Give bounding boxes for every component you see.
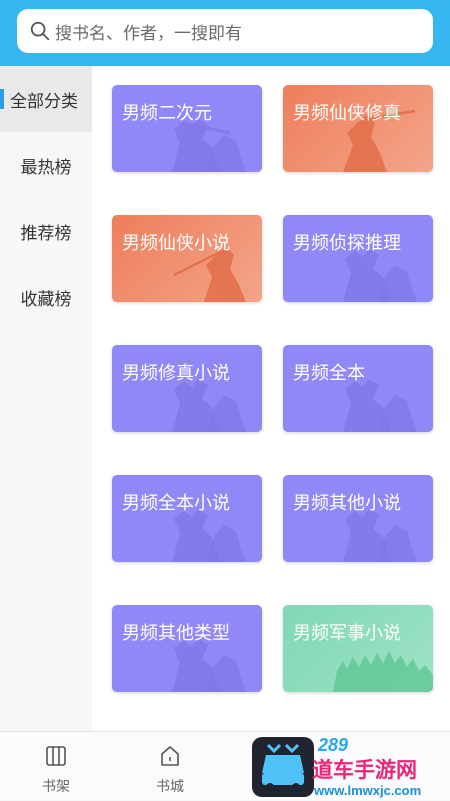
watermark-brand: 道车手游网 [312, 758, 417, 782]
search-bar[interactable]: 搜书名、作者，一搜即有 [17, 9, 433, 53]
watermark-logo: 289 道车手游网 www.lmwxjc.com [252, 735, 421, 798]
sidebar-item-label: 最热榜 [20, 157, 72, 178]
category-card[interactable]: 男频仙侠修真 [283, 85, 433, 172]
category-card[interactable]: 男频仙侠小说 [112, 215, 262, 302]
bookshelf-icon [46, 746, 66, 766]
category-sidebar: 全部分类 最热榜 推荐榜 收藏榜 [0, 66, 92, 731]
category-label: 男频仙侠小说 [122, 233, 230, 254]
sidebar-item-favorites[interactable]: 收藏榜 [0, 264, 92, 330]
category-label: 男频侦探推理 [293, 233, 401, 254]
tab-label: 书架 [42, 779, 70, 795]
category-card[interactable]: 男频其他类型 [112, 605, 262, 692]
sidebar-item-label: 全部分类 [10, 91, 78, 112]
category-card[interactable]: 男频二次元 [112, 85, 262, 172]
sidebar-item-recommended[interactable]: 推荐榜 [0, 198, 92, 264]
tab-label: 书城 [156, 779, 184, 795]
category-card[interactable]: 男频其他小说 [283, 475, 433, 562]
category-card[interactable]: 男频军事小说 [283, 605, 433, 692]
category-card[interactable]: 男频修真小说 [112, 345, 262, 432]
category-card[interactable]: 男频全本 [283, 345, 433, 432]
sidebar-item-all-categories[interactable]: 全部分类 [0, 66, 92, 132]
sidebar-item-hottest[interactable]: 最热榜 [0, 132, 92, 198]
search-placeholder: 搜书名、作者，一搜即有 [55, 23, 242, 44]
tab-bookstore[interactable]: 书城 [130, 732, 210, 801]
watermark-domain: www.lmwxjc.com [313, 783, 421, 798]
sidebar-item-label: 推荐榜 [20, 223, 72, 244]
category-label: 男频全本小说 [122, 493, 230, 514]
category-card[interactable]: 男频侦探推理 [283, 215, 433, 302]
tab-bookshelf[interactable]: 书架 [16, 732, 96, 801]
search-icon [30, 21, 50, 41]
category-grid: 男频二次元 男频仙侠修真 男频仙侠小说 男频侦探推理 男频修真小说 男频全本 男… [92, 66, 450, 731]
home-icon [161, 746, 179, 766]
category-label: 男频全本 [293, 363, 365, 384]
category-label: 男频其他小说 [293, 493, 401, 514]
sidebar-item-label: 收藏榜 [20, 289, 72, 310]
category-label: 男频仙侠修真 [293, 103, 401, 124]
category-label: 男频修真小说 [122, 363, 230, 384]
category-card[interactable]: 男频全本小说 [112, 475, 262, 562]
watermark-number: 289 [317, 735, 348, 755]
category-label: 男频军事小说 [293, 623, 401, 644]
category-label: 男频其他类型 [122, 623, 230, 644]
header-bar: 搜书名、作者，一搜即有 [0, 0, 450, 66]
category-label: 男频二次元 [122, 103, 212, 124]
